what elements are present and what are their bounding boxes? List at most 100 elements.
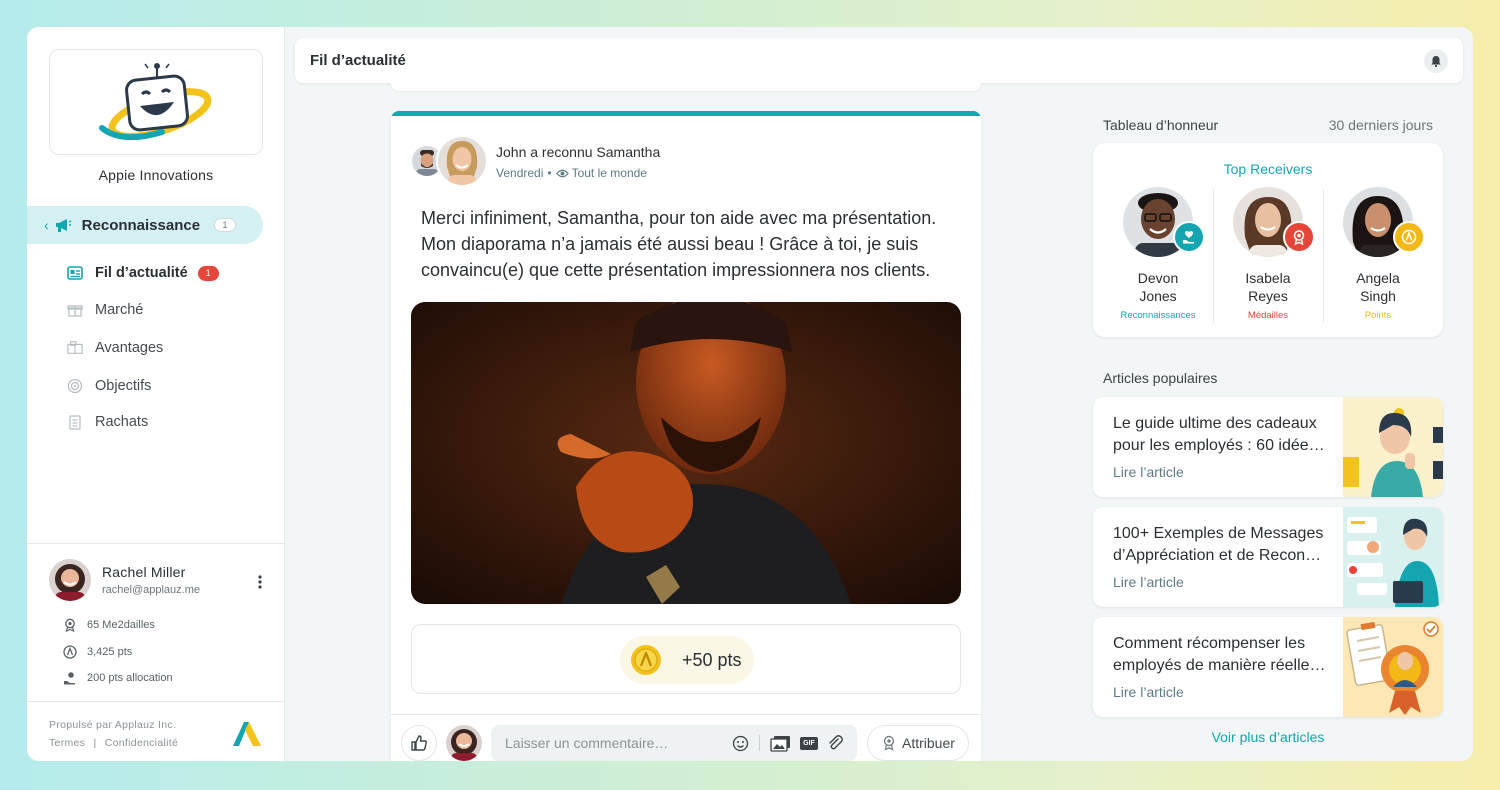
page-title: Fil d’actualité <box>310 52 406 69</box>
footer-separator: | <box>93 737 97 749</box>
stat-label: 65 Me2dailles <box>87 619 155 631</box>
receiver-name: Isabela Reyes <box>1245 270 1291 304</box>
top-receiver[interactable]: Angela Singh Points <box>1323 185 1433 325</box>
article-title: 100+ Exemples de Messages d’Appréciation… <box>1113 525 1324 564</box>
comment-input[interactable] <box>505 725 725 761</box>
sidebar-item-label: Objectifs <box>95 378 152 394</box>
sidebar-item-label: Fil d’actualité <box>95 265 188 281</box>
privacy-link[interactable]: Confidencialité <box>105 737 178 749</box>
receiver-category: Médailles <box>1247 310 1289 321</box>
points-icon <box>1393 221 1425 253</box>
user-name: Rachel Miller <box>102 564 186 580</box>
user-email: rachel@applauz.me <box>102 584 200 596</box>
stat-label: 200 pts allocation <box>87 672 173 684</box>
company-logo <box>49 49 263 155</box>
nav-reconnaissance[interactable]: ‹ Reconnaissance 1 <box>27 206 263 244</box>
avatar[interactable] <box>49 559 91 601</box>
points-icon <box>63 645 77 659</box>
company-name: Appie Innovations <box>98 167 214 183</box>
previous-post-edge <box>391 83 981 91</box>
notifications-button[interactable] <box>1424 49 1448 73</box>
see-more-articles-link[interactable]: Voir plus d’articles <box>1093 729 1443 745</box>
receiver-name: Devon Jones <box>1137 270 1179 304</box>
target-icon <box>67 378 83 394</box>
avatar <box>446 725 482 761</box>
post-actions: GIF Attribuer <box>391 714 981 761</box>
emoji-icon[interactable] <box>731 734 749 752</box>
sidebar-item-avantages[interactable]: Avantages <box>67 336 267 360</box>
sidebar-item-marche[interactable]: Marché <box>67 298 267 322</box>
attachment-icon[interactable] <box>826 734 844 752</box>
thumbs-up-icon <box>411 735 427 751</box>
points-pill: +50 pts <box>620 636 754 684</box>
article-thumbnail <box>1343 397 1443 497</box>
top-receiver[interactable]: Devon Jones Reconnaissances <box>1103 185 1213 325</box>
honor-roll-period[interactable]: 30 derniers jours <box>1329 117 1433 133</box>
footer-links: Termes | Confidencialité <box>49 737 178 749</box>
megaphone-icon <box>55 219 71 232</box>
gift-icon <box>67 302 83 318</box>
hand-heart-icon <box>1173 221 1205 253</box>
article-title: Comment récompenser les employés de mani… <box>1113 635 1326 674</box>
stat-allocation: 200 pts allocation <box>63 671 173 685</box>
sidebar-item-label: Marché <box>95 302 144 318</box>
post-accent-line <box>391 111 981 116</box>
stat-label: 3,425 pts <box>87 646 133 658</box>
receiver-category: Reconnaissances <box>1120 310 1196 321</box>
like-button[interactable] <box>401 725 437 761</box>
clipboard-icon <box>67 414 83 430</box>
applauz-logo-icon <box>233 722 261 746</box>
medal-icon <box>1283 221 1315 253</box>
gif-icon[interactable]: GIF <box>799 734 819 752</box>
post-headline: John a reconnu Samantha <box>496 144 661 160</box>
article-card[interactable]: Le guide ultime des cadeaux pour les emp… <box>1093 397 1443 497</box>
receiver-category: Points <box>1364 310 1392 321</box>
app-frame: Appie Innovations ‹ Reconnaissance 1 Fil… <box>27 27 1473 761</box>
chevron-left-icon[interactable]: ‹ <box>44 217 49 233</box>
stat-medals: 65 Me2dailles <box>63 618 155 632</box>
image-upload-icon[interactable] <box>769 734 791 752</box>
article-thumbnail <box>1343 507 1443 607</box>
medal-icon <box>63 618 77 632</box>
top-bar: Fil d’actualité <box>295 38 1463 83</box>
receiver-name: Angela Singh <box>1356 270 1400 304</box>
robot-logo-icon <box>99 63 212 141</box>
sidebar-item-objectifs[interactable]: Objectifs <box>67 374 267 398</box>
read-article-link[interactable]: Lire l’article <box>1113 574 1184 590</box>
honor-roll-card: Top Receivers Devon Jones Reconnaissance… <box>1093 143 1443 337</box>
top-receiver[interactable]: Isabela Reyes Médailles <box>1213 185 1323 325</box>
post-date: Vendredi <box>496 166 544 180</box>
bell-icon <box>1431 56 1441 67</box>
eye-icon <box>555 169 569 177</box>
award-icon <box>883 735 895 751</box>
meta-dot: • <box>547 166 552 180</box>
article-card[interactable]: Comment récompenser les employés de mani… <box>1093 617 1443 717</box>
points-section: +50 pts <box>411 624 961 694</box>
sidebar-item-label: Rachats <box>95 414 149 430</box>
attribute-button[interactable]: Attribuer <box>867 725 969 761</box>
allocation-icon <box>63 671 77 685</box>
notification-badge: 1 <box>197 265 219 281</box>
post-audience[interactable]: Tout le monde <box>572 166 647 180</box>
sidebar-footer: Propulsé par Applauz Inc. Termes | Confi… <box>27 701 285 761</box>
sidebar-item-rachats[interactable]: Rachats <box>67 410 267 434</box>
perks-icon <box>67 340 83 356</box>
gif-label: GIF <box>800 736 818 750</box>
powered-by: Propulsé par Applauz Inc. <box>49 719 177 731</box>
input-divider <box>759 735 760 751</box>
stat-points: 3,425 pts <box>63 645 132 659</box>
article-card[interactable]: 100+ Exemples de Messages d’Appréciation… <box>1093 507 1443 607</box>
avatar-receiver[interactable] <box>436 135 488 187</box>
coin-icon <box>631 645 661 675</box>
honor-roll-header: Top Receivers <box>1223 161 1313 177</box>
more-options-icon[interactable] <box>256 574 264 590</box>
terms-link[interactable]: Termes <box>49 737 85 749</box>
sidebar-item-feed[interactable]: Fil d’actualité 1 <box>67 261 267 285</box>
post-gif <box>411 302 961 604</box>
article-title: Le guide ultime des cadeaux pour les emp… <box>1113 415 1325 454</box>
feed-icon <box>67 265 83 281</box>
read-article-link[interactable]: Lire l’article <box>1113 464 1184 480</box>
read-article-link[interactable]: Lire l’article <box>1113 684 1184 700</box>
nav-reconnaissance-label: Reconnaissance <box>81 216 201 234</box>
article-thumbnail <box>1343 617 1443 717</box>
